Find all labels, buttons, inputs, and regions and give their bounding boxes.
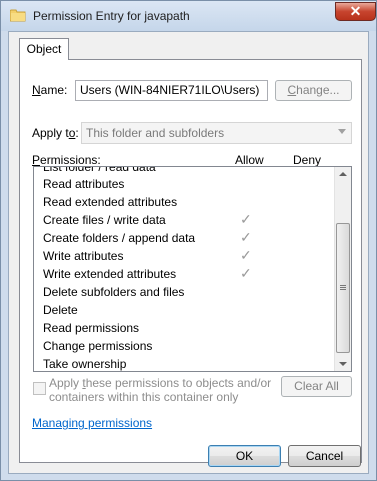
- allow-check-icon: ✓: [240, 265, 252, 281]
- principal-name-field[interactable]: Users (WIN-84NIER71ILO\Users): [75, 80, 268, 101]
- grip-line: [340, 285, 346, 286]
- window-title: Permission Entry for javapath: [33, 9, 190, 23]
- scroll-down-arrow-icon[interactable]: [339, 362, 347, 366]
- clear-all-button[interactable]: Clear All: [281, 376, 352, 397]
- close-button[interactable]: ✕: [335, 2, 376, 21]
- permissions-list[interactable]: List folder / read data Read attributes …: [33, 166, 352, 372]
- list-item[interactable]: Create folders / append data: [43, 229, 195, 247]
- ok-button[interactable]: OK: [208, 445, 281, 467]
- apply-to-children-checkbox[interactable]: [33, 382, 46, 395]
- managing-permissions-link[interactable]: Managing permissions: [32, 416, 152, 430]
- change-button[interactable]: Change...: [275, 80, 352, 101]
- allow-check-icon: ✓: [240, 211, 252, 227]
- scroll-up-arrow-icon[interactable]: [339, 172, 347, 176]
- name-label: Name:: [32, 83, 68, 97]
- dialog-window: Permission Entry for javapath ✕ Object N…: [0, 0, 377, 481]
- list-item[interactable]: Write attributes: [43, 247, 123, 265]
- allow-check-icon: ✓: [240, 247, 252, 263]
- apply-to-value: This folder and subfolders: [86, 126, 225, 140]
- apply-to-children-label: Apply these permissions to objects and/o…: [49, 376, 272, 404]
- close-icon: ✕: [349, 3, 362, 19]
- list-item[interactable]: Read attributes: [43, 175, 124, 193]
- tab-label: Object: [26, 42, 62, 56]
- allow-column-header: Allow: [235, 153, 264, 167]
- apply-to-dropdown[interactable]: This folder and subfolders: [81, 122, 352, 144]
- list-item[interactable]: Change permissions: [43, 337, 152, 355]
- scroll-thumb[interactable]: [336, 223, 350, 353]
- list-item[interactable]: Delete subfolders and files: [43, 283, 184, 301]
- folder-icon: [10, 9, 26, 22]
- list-item[interactable]: Create files / write data: [43, 211, 166, 229]
- title-bar[interactable]: Permission Entry for javapath ✕: [1, 1, 376, 31]
- client-area: Object Name: Users (WIN-84NIER71ILO\User…: [8, 31, 369, 474]
- grip-line: [340, 287, 346, 288]
- cancel-button[interactable]: Cancel: [288, 445, 361, 467]
- list-item[interactable]: Write extended attributes: [43, 265, 176, 283]
- apply-to-label: Apply to:: [32, 126, 79, 140]
- allow-check-icon: ✓: [240, 229, 252, 245]
- list-item[interactable]: Read extended attributes: [43, 193, 177, 211]
- list-item[interactable]: Take ownership: [43, 355, 126, 371]
- list-item[interactable]: Read permissions: [43, 319, 139, 337]
- deny-column-header: Deny: [293, 153, 322, 167]
- vertical-scrollbar[interactable]: [334, 167, 351, 371]
- chevron-down-icon: [338, 129, 346, 134]
- tab-object[interactable]: Object: [19, 38, 69, 60]
- tab-page-object: Name: Users (WIN-84NIER71ILO\Users) Chan…: [19, 59, 362, 463]
- grip-line: [340, 289, 346, 290]
- permissions-label: Permissions:: [32, 153, 101, 167]
- list-item[interactable]: Delete: [43, 301, 78, 319]
